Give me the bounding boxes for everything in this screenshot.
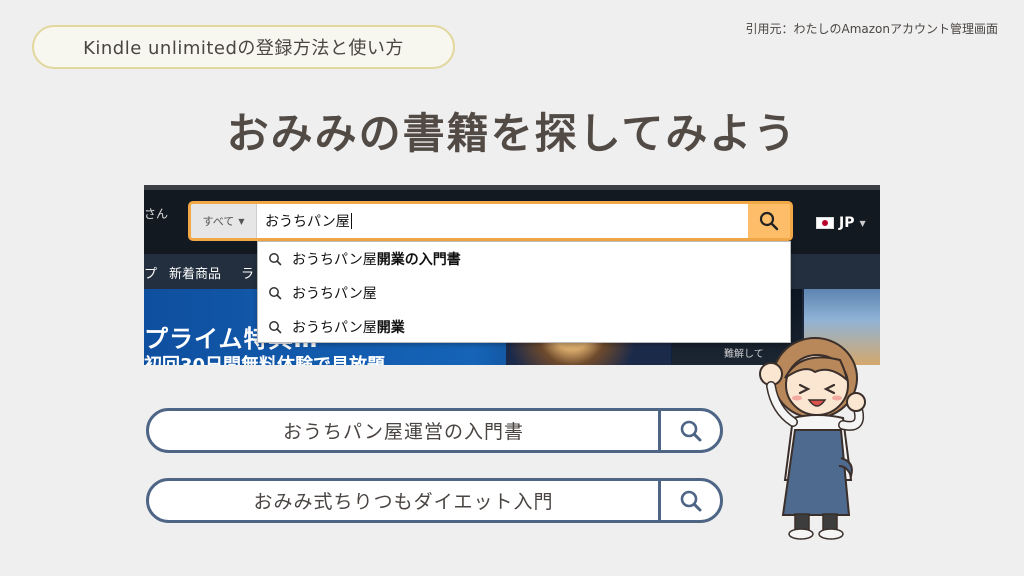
search-scope-label: すべて — [202, 215, 235, 228]
subnav-item-new-releases[interactable]: 新着商品 — [169, 263, 221, 282]
section-pill-header: Kindle unlimitedの登録方法と使い方 — [32, 25, 455, 69]
search-button[interactable] — [748, 204, 790, 238]
search-suggestions: おうちパン屋開業の入門書 おうちパン屋 おうちパン屋開業 — [257, 241, 791, 343]
example-search-text: おうちパン屋運営の入門書 — [283, 421, 524, 443]
search-icon — [269, 253, 282, 266]
amazon-search-bar: すべて ▼ おうちパン屋 — [188, 201, 793, 241]
suggestion-typed: おうちパン屋 — [292, 252, 377, 268]
suggestion-item[interactable]: おうちパン屋開業 — [258, 310, 790, 344]
text-cursor — [350, 213, 352, 229]
mascot-illustration — [759, 337, 866, 540]
page-title: おみみの書籍を探してみよう — [226, 109, 798, 158]
example-search-button[interactable] — [658, 481, 720, 520]
suggestion-item[interactable]: おうちパン屋開業の入門書 — [258, 242, 790, 276]
section-pill-text: Kindle unlimitedの登録方法と使い方 — [83, 38, 404, 59]
chevron-down-icon: ▼ — [238, 216, 245, 226]
search-icon — [759, 211, 779, 231]
suggestion-typed: おうちパン屋 — [292, 286, 377, 302]
example-search-box[interactable]: おみみ式ちりつもダイエット入門 — [146, 478, 723, 523]
chevron-down-icon: ▼ — [859, 218, 866, 228]
suggestion-typed: おうちパン屋 — [292, 320, 377, 336]
search-icon — [680, 490, 701, 511]
search-input[interactable]: おうちパン屋 — [257, 204, 748, 238]
search-icon — [269, 321, 282, 334]
search-icon — [680, 420, 701, 441]
search-icon — [269, 287, 282, 300]
subnav-item[interactable]: ラ — [241, 263, 254, 282]
suggestion-item[interactable]: おうちパン屋 — [258, 276, 790, 310]
example-search-box[interactable]: おうちパン屋運営の入門書 — [146, 408, 723, 453]
language-selector[interactable]: JP ▼ — [816, 215, 866, 231]
header-strip — [144, 185, 880, 190]
account-greeting[interactable]: さん — [144, 205, 168, 222]
suggestion-completion: 開業 — [376, 320, 405, 336]
japan-flag-icon — [816, 217, 834, 229]
search-query-text: おうちパン屋 — [265, 214, 350, 230]
example-search-button[interactable] — [658, 411, 720, 450]
example-search-text: おみみ式ちりつもダイエット入門 — [253, 491, 554, 513]
search-scope-dropdown[interactable]: すべて ▼ — [191, 204, 257, 238]
suggestion-completion: 開業の入門書 — [376, 252, 461, 268]
source-credit: 引用元：わたしのAmazonアカウント管理画面 — [745, 22, 999, 36]
banner-subline: 初回30日間無料体験で見放題 — [144, 351, 385, 365]
country-code: JP — [839, 215, 855, 231]
subnav-item[interactable]: プ — [144, 263, 157, 282]
